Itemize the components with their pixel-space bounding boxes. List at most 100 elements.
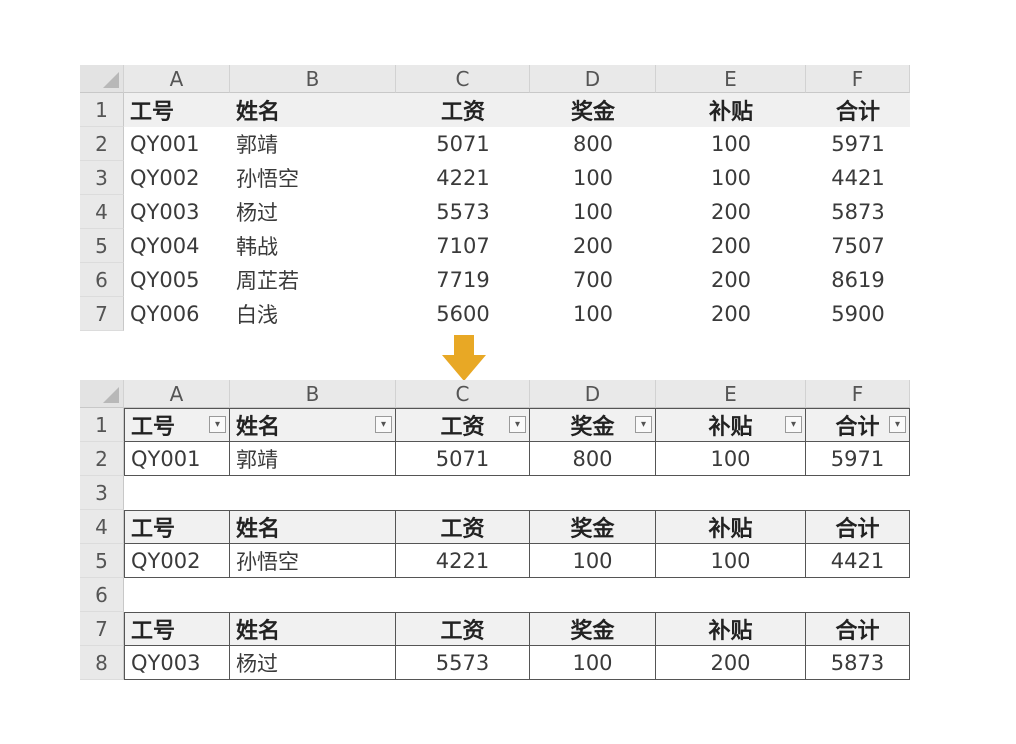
column-header-f[interactable]: F (806, 380, 910, 408)
cell[interactable]: 5971 (806, 127, 910, 161)
row-number[interactable]: 2 (80, 127, 124, 161)
column-header-e[interactable]: E (656, 380, 806, 408)
cell[interactable]: 4221 (396, 161, 530, 195)
cell[interactable]: 周芷若 (230, 263, 396, 297)
cell-header[interactable]: 工资 (396, 510, 530, 544)
filter-dropdown-icon[interactable]: ▾ (509, 416, 526, 433)
row-number[interactable]: 7 (80, 612, 124, 646)
cell[interactable]: 100 (530, 544, 656, 578)
empty-cell[interactable] (124, 578, 910, 612)
cell[interactable]: 100 (530, 297, 656, 331)
cell-header[interactable]: 奖金 (530, 93, 656, 127)
cell[interactable]: 郭靖 (230, 127, 396, 161)
cell[interactable]: 100 (530, 195, 656, 229)
row-number[interactable]: 3 (80, 476, 124, 510)
cell-header[interactable]: 补贴 (656, 612, 806, 646)
row-number[interactable]: 6 (80, 578, 124, 612)
cell[interactable]: 韩战 (230, 229, 396, 263)
cell-header[interactable]: 合计 (806, 612, 910, 646)
column-header-f[interactable]: F (806, 65, 910, 93)
cell[interactable]: 8619 (806, 263, 910, 297)
cell[interactable]: 200 (656, 646, 806, 680)
cell[interactable]: 孙悟空 (230, 544, 396, 578)
cell-header[interactable]: 合计 (806, 93, 910, 127)
column-header-c[interactable]: C (396, 380, 530, 408)
cell[interactable]: 200 (656, 195, 806, 229)
column-header-b[interactable]: B (230, 65, 396, 93)
cell[interactable]: 郭靖 (230, 442, 396, 476)
row-number[interactable]: 5 (80, 544, 124, 578)
cell[interactable]: 100 (656, 442, 806, 476)
cell[interactable]: 100 (656, 161, 806, 195)
cell[interactable]: 杨过 (230, 646, 396, 680)
cell[interactable]: QY004 (124, 229, 230, 263)
row-number[interactable]: 6 (80, 263, 124, 297)
cell[interactable]: 200 (656, 229, 806, 263)
column-header-d[interactable]: D (530, 380, 656, 408)
cell[interactable]: 700 (530, 263, 656, 297)
cell[interactable]: 5900 (806, 297, 910, 331)
cell-header[interactable]: 合计 (806, 510, 910, 544)
row-number[interactable]: 4 (80, 195, 124, 229)
cell[interactable]: 800 (530, 127, 656, 161)
row-number[interactable]: 1 (80, 93, 124, 127)
cell-header[interactable]: 姓名 (230, 93, 396, 127)
cell-header[interactable]: 奖金 (530, 612, 656, 646)
cell[interactable]: QY006 (124, 297, 230, 331)
cell[interactable]: 100 (656, 544, 806, 578)
empty-cell[interactable] (124, 476, 910, 510)
cell-header[interactable]: 工号 (124, 510, 230, 544)
cell-header[interactable]: 补贴 (656, 93, 806, 127)
cell[interactable]: 200 (530, 229, 656, 263)
cell-header[interactable]: 工号 ▾ (124, 408, 230, 442)
column-header-a[interactable]: A (124, 65, 230, 93)
cell[interactable]: 5573 (396, 195, 530, 229)
cell-header[interactable]: 奖金 ▾ (530, 408, 656, 442)
cell[interactable]: 200 (656, 263, 806, 297)
cell[interactable]: QY001 (124, 442, 230, 476)
cell-header[interactable]: 奖金 (530, 510, 656, 544)
row-number[interactable]: 7 (80, 297, 124, 331)
row-number[interactable]: 8 (80, 646, 124, 680)
cell[interactable]: QY003 (124, 195, 230, 229)
cell[interactable]: 100 (530, 161, 656, 195)
cell[interactable]: QY002 (124, 544, 230, 578)
column-header-e[interactable]: E (656, 65, 806, 93)
row-number[interactable]: 1 (80, 408, 124, 442)
column-header-c[interactable]: C (396, 65, 530, 93)
cell[interactable]: 5971 (806, 442, 910, 476)
column-header-a[interactable]: A (124, 380, 230, 408)
cell[interactable]: 5873 (806, 646, 910, 680)
filter-dropdown-icon[interactable]: ▾ (889, 416, 906, 433)
cell[interactable]: QY001 (124, 127, 230, 161)
cell[interactable]: 100 (656, 127, 806, 161)
cell-header[interactable]: 补贴 ▾ (656, 408, 806, 442)
column-header-b[interactable]: B (230, 380, 396, 408)
cell[interactable]: QY003 (124, 646, 230, 680)
cell-header[interactable]: 姓名 ▾ (230, 408, 396, 442)
cell-header[interactable]: 姓名 (230, 510, 396, 544)
cell[interactable]: 100 (530, 646, 656, 680)
cell[interactable]: 5071 (396, 127, 530, 161)
cell-header[interactable]: 补贴 (656, 510, 806, 544)
cell-header[interactable]: 工资 ▾ (396, 408, 530, 442)
select-all-corner[interactable] (80, 65, 124, 93)
row-number[interactable]: 2 (80, 442, 124, 476)
row-number[interactable]: 4 (80, 510, 124, 544)
filter-dropdown-icon[interactable]: ▾ (375, 416, 392, 433)
cell-header[interactable]: 工号 (124, 93, 230, 127)
cell-header[interactable]: 工资 (396, 612, 530, 646)
cell-header[interactable]: 合计 ▾ (806, 408, 910, 442)
filter-dropdown-icon[interactable]: ▾ (635, 416, 652, 433)
cell[interactable]: 4221 (396, 544, 530, 578)
cell[interactable]: 7507 (806, 229, 910, 263)
cell[interactable]: 7719 (396, 263, 530, 297)
filter-dropdown-icon[interactable]: ▾ (209, 416, 226, 433)
row-number[interactable]: 5 (80, 229, 124, 263)
cell[interactable]: 5573 (396, 646, 530, 680)
cell[interactable]: 4421 (806, 161, 910, 195)
select-all-corner[interactable] (80, 380, 124, 408)
column-header-d[interactable]: D (530, 65, 656, 93)
cell[interactable]: 白浅 (230, 297, 396, 331)
cell[interactable]: QY002 (124, 161, 230, 195)
